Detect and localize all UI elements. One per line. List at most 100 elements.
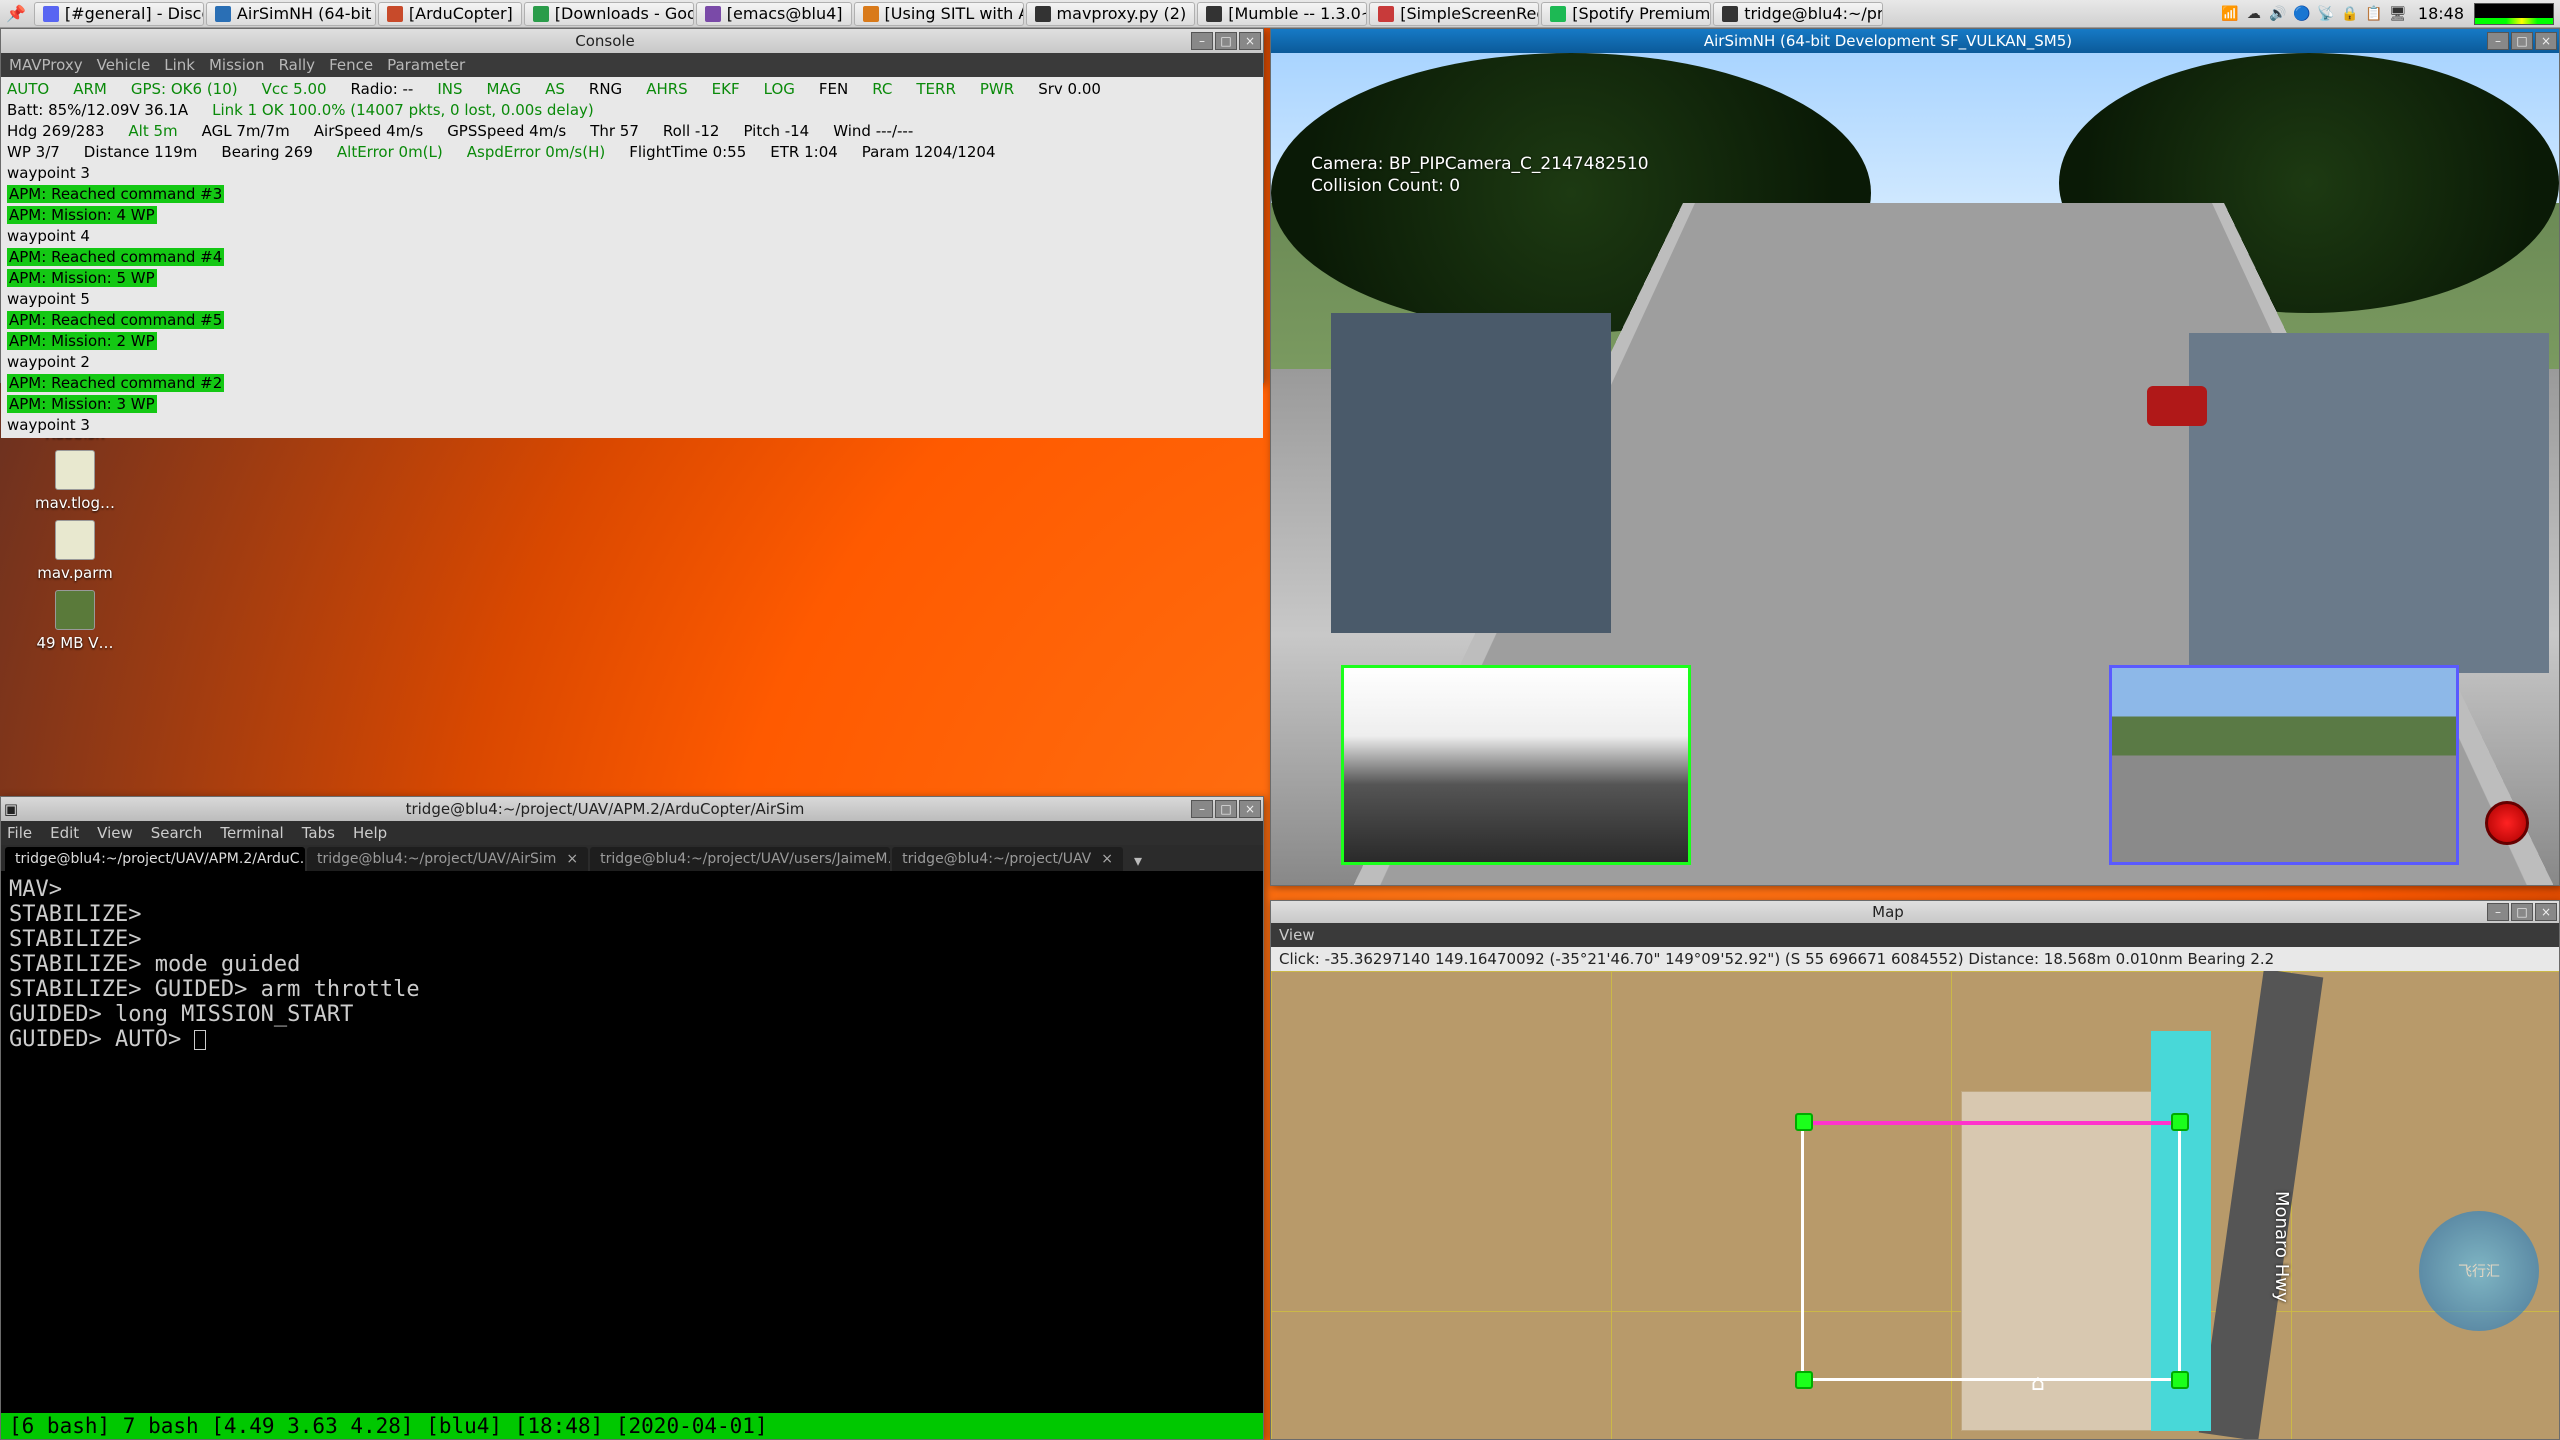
tray-icon[interactable]: 🔊: [2268, 4, 2288, 24]
menu-parameter[interactable]: Parameter: [387, 56, 465, 74]
close-button[interactable]: ×: [2535, 903, 2557, 921]
taskbar-item[interactable]: AirSimNH (64-bit Devel…: [206, 2, 376, 26]
map-canvas[interactable]: Monaro Hwy ⌂ 飞行汇: [1271, 971, 2559, 1439]
close-tab-icon[interactable]: ×: [566, 851, 578, 867]
log-line: APM: Mission: 3 WP: [7, 394, 1257, 415]
map-titlebar[interactable]: Map –□×: [1271, 901, 2559, 923]
app-icon: [43, 6, 59, 22]
tab-menu-button[interactable]: ▾: [1125, 849, 1151, 871]
terminal-tab[interactable]: tridge@blu4:~/project/UAV/APM.2/ArduC…×: [5, 847, 305, 871]
taskbar-item[interactable]: [SimpleScreenRecorder]: [1369, 2, 1539, 26]
app-icon: [533, 6, 549, 22]
tray-icon[interactable]: 📡: [2316, 4, 2336, 24]
tray-icon[interactable]: 🖥: [2388, 4, 2408, 24]
close-button[interactable]: ×: [1239, 800, 1261, 818]
taskbar-item[interactable]: tridge@blu4:~/project/…: [1713, 2, 1883, 26]
taskbar-item[interactable]: [#general] - Discord: [34, 2, 204, 26]
gps-label: GPS: OK6 (10): [131, 79, 238, 100]
highway-label: Monaro Hwy: [2271, 1191, 2292, 1303]
menu-file[interactable]: File: [7, 824, 32, 842]
taskbar-item[interactable]: [Downloads - Google C…: [524, 2, 694, 26]
terminal-body[interactable]: MAV> STABILIZE> STABILIZE> STABILIZE> mo…: [1, 871, 1263, 1058]
close-button[interactable]: ×: [1239, 32, 1261, 50]
terminal-title: tridge@blu4:~/project/UAV/APM.2/ArduCopt…: [21, 800, 1189, 818]
terminal-tab[interactable]: tridge@blu4:~/project/UAV/users/JaimeM…×: [590, 847, 890, 871]
desktop-icon-parm[interactable]: mav.parm: [30, 520, 120, 582]
close-button[interactable]: ×: [2535, 32, 2557, 50]
menu-search[interactable]: Search: [151, 824, 203, 842]
map-title: Map: [1291, 903, 2485, 921]
airsim-titlebar[interactable]: AirSimNH (64-bit Development SF_VULKAN_S…: [1271, 29, 2559, 53]
vcc-label: Vcc 5.00: [262, 79, 327, 100]
waypoint-marker[interactable]: [1795, 1371, 1813, 1389]
minimize-button[interactable]: –: [1191, 800, 1213, 818]
log-line: APM: Mission: 4 WP: [7, 205, 1257, 226]
maximize-button[interactable]: □: [1215, 32, 1237, 50]
terminal-tab[interactable]: tridge@blu4:~/project/UAV/AirSim×: [307, 847, 588, 871]
maximize-button[interactable]: □: [2511, 903, 2533, 921]
desktop-icon-volume[interactable]: 49 MB V…: [30, 590, 120, 652]
waypoint-marker[interactable]: [1795, 1113, 1813, 1131]
app-icon: [215, 6, 231, 22]
minimize-button[interactable]: –: [2487, 32, 2509, 50]
cpu-graph[interactable]: [2474, 3, 2554, 25]
app-icon: [1206, 6, 1222, 22]
map-menubar: View: [1271, 923, 2559, 947]
radio-label: Radio: --: [351, 79, 414, 100]
tray-icon[interactable]: 🔒: [2340, 4, 2360, 24]
menu-tabs[interactable]: Tabs: [302, 824, 335, 842]
airsim-title: AirSimNH (64-bit Development SF_VULKAN_S…: [1291, 32, 2485, 50]
log-line: APM: Reached command #3: [7, 184, 1257, 205]
airsim-hud: Camera: BP_PIPCamera_C_2147482510 Collis…: [1311, 153, 1649, 197]
waypoint-marker[interactable]: [2171, 1113, 2189, 1131]
menu-mavproxy[interactable]: MAVProxy: [9, 56, 83, 74]
app-icon: [1550, 6, 1566, 22]
taskbar-item[interactable]: [ArduCopter]: [378, 2, 522, 26]
maximize-button[interactable]: □: [2511, 32, 2533, 50]
minimize-button[interactable]: –: [2487, 903, 2509, 921]
home-icon[interactable]: ⌂: [2031, 1371, 2045, 1396]
menu-rally[interactable]: Rally: [279, 56, 316, 74]
console-window: Console –□× MAVProxy Vehicle Link Missio…: [0, 28, 1264, 383]
record-button[interactable]: [2485, 801, 2529, 845]
taskbar-item[interactable]: [Spotify Premium]: [1541, 2, 1711, 26]
drive-icon: [55, 590, 95, 630]
menu-view[interactable]: View: [1279, 926, 1315, 944]
menu-edit[interactable]: Edit: [50, 824, 79, 842]
menu-vehicle[interactable]: Vehicle: [97, 56, 151, 74]
waypoint-marker[interactable]: [2171, 1371, 2189, 1389]
app-icon: [1378, 6, 1394, 22]
app-icon: [1035, 6, 1051, 22]
tray-icon[interactable]: ☁: [2244, 4, 2264, 24]
clock[interactable]: 18:48: [2414, 4, 2468, 23]
tray-icon[interactable]: 🔵: [2292, 4, 2312, 24]
console-titlebar[interactable]: Console –□×: [1, 29, 1263, 53]
taskbar-item[interactable]: [emacs@blu4]: [696, 2, 852, 26]
pip-depth-view[interactable]: [1341, 665, 1691, 865]
log-line: APM: Mission: 2 WP: [7, 331, 1257, 352]
taskbar-item[interactable]: mavproxy.py (2): [1026, 2, 1196, 26]
menu-link[interactable]: Link: [164, 56, 195, 74]
menu-mission[interactable]: Mission: [209, 56, 265, 74]
tray-icon[interactable]: 📋: [2364, 4, 2384, 24]
menu-fence[interactable]: Fence: [329, 56, 373, 74]
terminal-tab[interactable]: tridge@blu4:~/project/UAV×: [892, 847, 1123, 871]
taskbar-item[interactable]: [Using SITL with AirSim…: [854, 2, 1024, 26]
tray-icon[interactable]: 📶: [2220, 4, 2240, 24]
menu-view[interactable]: View: [97, 824, 133, 842]
terminal-menubar: File Edit View Search Terminal Tabs Help: [1, 821, 1263, 845]
log-line: waypoint 5: [7, 289, 1257, 310]
desktop-icon-tlog[interactable]: mav.tlog…: [30, 450, 120, 512]
terminal-titlebar[interactable]: ▣ tridge@blu4:~/project/UAV/APM.2/ArduCo…: [1, 797, 1263, 821]
log-line: APM: Reached command #5: [7, 310, 1257, 331]
taskbar-item[interactable]: [Mumble -- 1.3.0~git20…: [1197, 2, 1367, 26]
minimize-button[interactable]: –: [1191, 32, 1213, 50]
map-infobar: Click: -35.36297140 149.16470092 (-35°21…: [1271, 947, 2559, 971]
airsim-viewport[interactable]: Camera: BP_PIPCamera_C_2147482510 Collis…: [1271, 53, 2559, 885]
maximize-button[interactable]: □: [1215, 800, 1237, 818]
start-icon[interactable]: 📌: [0, 4, 32, 23]
menu-help[interactable]: Help: [353, 824, 387, 842]
close-tab-icon[interactable]: ×: [1101, 851, 1113, 867]
pip-scene-view[interactable]: [2109, 665, 2459, 865]
menu-terminal[interactable]: Terminal: [220, 824, 283, 842]
